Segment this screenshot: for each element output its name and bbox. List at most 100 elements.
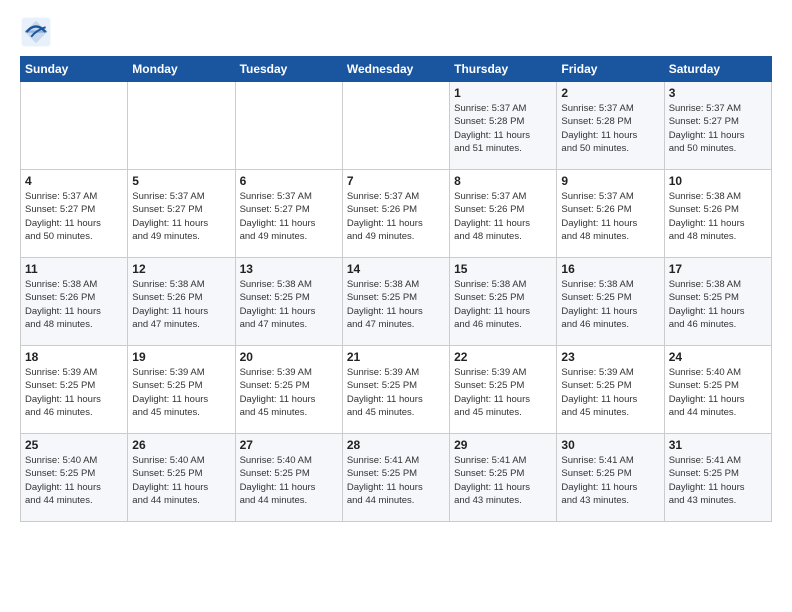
day-info: Sunrise: 5:39 AM Sunset: 5:25 PM Dayligh… (240, 366, 338, 419)
day-number: 14 (347, 262, 445, 276)
weekday-header: Sunday (21, 57, 128, 82)
calendar-cell: 16 Sunrise: 5:38 AM Sunset: 5:25 PM Dayli… (557, 258, 664, 346)
logo-icon (20, 16, 52, 48)
day-info: Sunrise: 5:38 AM Sunset: 5:25 PM Dayligh… (561, 278, 659, 331)
weekday-header: Wednesday (342, 57, 449, 82)
day-number: 30 (561, 438, 659, 452)
day-number: 26 (132, 438, 230, 452)
calendar-cell: 18Sunrise: 5:39 AM Sunset: 5:25 PM Dayli… (21, 346, 128, 434)
calendar-cell: 13 Sunrise: 5:38 AM Sunset: 5:25 PM Dayli… (235, 258, 342, 346)
calendar-cell: 6 Sunrise: 5:37 AM Sunset: 5:27 PM Daylig… (235, 170, 342, 258)
day-number: 16 (561, 262, 659, 276)
header (20, 16, 772, 48)
day-number: 5 (132, 174, 230, 188)
day-number: 19 (132, 350, 230, 364)
day-info: Sunrise: 5:37 AM Sunset: 5:26 PM Dayligh… (347, 190, 445, 243)
day-number: 27 (240, 438, 338, 452)
day-info: Sunrise: 5:38 AM Sunset: 5:26 PM Dayligh… (25, 278, 123, 331)
calendar-cell: 20 Sunrise: 5:39 AM Sunset: 5:25 PM Dayli… (235, 346, 342, 434)
day-info: Sunrise: 5:37 AM Sunset: 5:27 PM Dayligh… (240, 190, 338, 243)
day-info: Sunrise: 5:39 AM Sunset: 5:25 PM Dayligh… (454, 366, 552, 419)
logo (20, 16, 56, 48)
day-info: Sunrise: 5:37 AM Sunset: 5:27 PM Dayligh… (25, 190, 123, 243)
day-info: Sunrise: 5:37 AM Sunset: 5:28 PM Dayligh… (561, 102, 659, 155)
day-info: Sunrise: 5:38 AM Sunset: 5:26 PM Dayligh… (669, 190, 767, 243)
calendar-cell: 23 Sunrise: 5:39 AM Sunset: 5:25 PM Dayli… (557, 346, 664, 434)
day-number: 2 (561, 86, 659, 100)
day-info: Sunrise: 5:39 AM Sunset: 5:25 PM Dayligh… (132, 366, 230, 419)
day-number: 20 (240, 350, 338, 364)
day-info: Sunrise: 5:40 AM Sunset: 5:25 PM Dayligh… (132, 454, 230, 507)
calendar-week-row: 25Sunrise: 5:40 AM Sunset: 5:25 PM Dayli… (21, 434, 772, 522)
day-number: 1 (454, 86, 552, 100)
calendar-cell: 10 Sunrise: 5:38 AM Sunset: 5:26 PM Dayli… (664, 170, 771, 258)
day-number: 31 (669, 438, 767, 452)
calendar-cell: 28 Sunrise: 5:41 AM Sunset: 5:25 PM Dayli… (342, 434, 449, 522)
calendar-cell: 11 Sunrise: 5:38 AM Sunset: 5:26 PM Dayli… (21, 258, 128, 346)
weekday-header: Friday (557, 57, 664, 82)
day-info: Sunrise: 5:37 AM Sunset: 5:26 PM Dayligh… (561, 190, 659, 243)
day-number: 29 (454, 438, 552, 452)
day-number: 9 (561, 174, 659, 188)
calendar-cell: 25Sunrise: 5:40 AM Sunset: 5:25 PM Dayli… (21, 434, 128, 522)
weekday-header: Monday (128, 57, 235, 82)
calendar-cell: 9 Sunrise: 5:37 AM Sunset: 5:26 PM Daylig… (557, 170, 664, 258)
calendar-week-row: 18Sunrise: 5:39 AM Sunset: 5:25 PM Dayli… (21, 346, 772, 434)
calendar-cell (21, 82, 128, 170)
weekday-header: Thursday (450, 57, 557, 82)
day-number: 8 (454, 174, 552, 188)
calendar-cell: 4 Sunrise: 5:37 AM Sunset: 5:27 PM Daylig… (21, 170, 128, 258)
day-info: Sunrise: 5:38 AM Sunset: 5:25 PM Dayligh… (669, 278, 767, 331)
day-number: 4 (25, 174, 123, 188)
day-info: Sunrise: 5:37 AM Sunset: 5:27 PM Dayligh… (669, 102, 767, 155)
calendar-cell: 22Sunrise: 5:39 AM Sunset: 5:25 PM Dayli… (450, 346, 557, 434)
calendar-cell: 1 Sunrise: 5:37 AM Sunset: 5:28 PM Daylig… (450, 82, 557, 170)
day-info: Sunrise: 5:40 AM Sunset: 5:25 PM Dayligh… (240, 454, 338, 507)
calendar-cell: 12 Sunrise: 5:38 AM Sunset: 5:26 PM Dayli… (128, 258, 235, 346)
calendar-cell: 21 Sunrise: 5:39 AM Sunset: 5:25 PM Dayli… (342, 346, 449, 434)
calendar-cell (342, 82, 449, 170)
page: SundayMondayTuesdayWednesdayThursdayFrid… (0, 0, 792, 612)
calendar-cell: 2 Sunrise: 5:37 AM Sunset: 5:28 PM Daylig… (557, 82, 664, 170)
weekday-header: Saturday (664, 57, 771, 82)
day-info: Sunrise: 5:40 AM Sunset: 5:25 PM Dayligh… (669, 366, 767, 419)
calendar-cell: 8Sunrise: 5:37 AM Sunset: 5:26 PM Daylig… (450, 170, 557, 258)
calendar-cell (235, 82, 342, 170)
calendar-cell: 3Sunrise: 5:37 AM Sunset: 5:27 PM Daylig… (664, 82, 771, 170)
day-number: 11 (25, 262, 123, 276)
calendar-cell: 19 Sunrise: 5:39 AM Sunset: 5:25 PM Dayli… (128, 346, 235, 434)
calendar-cell: 15 Sunrise: 5:38 AM Sunset: 5:25 PM Dayli… (450, 258, 557, 346)
day-info: Sunrise: 5:41 AM Sunset: 5:25 PM Dayligh… (454, 454, 552, 507)
calendar: SundayMondayTuesdayWednesdayThursdayFrid… (20, 56, 772, 522)
calendar-cell (128, 82, 235, 170)
day-info: Sunrise: 5:40 AM Sunset: 5:25 PM Dayligh… (25, 454, 123, 507)
day-info: Sunrise: 5:39 AM Sunset: 5:25 PM Dayligh… (25, 366, 123, 419)
day-number: 12 (132, 262, 230, 276)
day-info: Sunrise: 5:41 AM Sunset: 5:25 PM Dayligh… (347, 454, 445, 507)
day-info: Sunrise: 5:39 AM Sunset: 5:25 PM Dayligh… (347, 366, 445, 419)
calendar-cell: 27 Sunrise: 5:40 AM Sunset: 5:25 PM Dayli… (235, 434, 342, 522)
day-number: 28 (347, 438, 445, 452)
day-info: Sunrise: 5:38 AM Sunset: 5:25 PM Dayligh… (454, 278, 552, 331)
calendar-week-row: 11 Sunrise: 5:38 AM Sunset: 5:26 PM Dayli… (21, 258, 772, 346)
calendar-cell: 30Sunrise: 5:41 AM Sunset: 5:25 PM Dayli… (557, 434, 664, 522)
calendar-cell: 7 Sunrise: 5:37 AM Sunset: 5:26 PM Daylig… (342, 170, 449, 258)
day-number: 6 (240, 174, 338, 188)
day-number: 23 (561, 350, 659, 364)
weekday-header: Tuesday (235, 57, 342, 82)
day-info: Sunrise: 5:39 AM Sunset: 5:25 PM Dayligh… (561, 366, 659, 419)
day-number: 10 (669, 174, 767, 188)
day-info: Sunrise: 5:38 AM Sunset: 5:25 PM Dayligh… (240, 278, 338, 331)
day-info: Sunrise: 5:38 AM Sunset: 5:26 PM Dayligh… (132, 278, 230, 331)
day-number: 7 (347, 174, 445, 188)
day-number: 17 (669, 262, 767, 276)
calendar-cell: 24 Sunrise: 5:40 AM Sunset: 5:25 PM Dayli… (664, 346, 771, 434)
day-number: 24 (669, 350, 767, 364)
day-number: 15 (454, 262, 552, 276)
day-info: Sunrise: 5:37 AM Sunset: 5:28 PM Dayligh… (454, 102, 552, 155)
calendar-cell: 31Sunrise: 5:41 AM Sunset: 5:25 PM Dayli… (664, 434, 771, 522)
day-number: 21 (347, 350, 445, 364)
weekday-header-row: SundayMondayTuesdayWednesdayThursdayFrid… (21, 57, 772, 82)
day-number: 13 (240, 262, 338, 276)
calendar-cell: 26 Sunrise: 5:40 AM Sunset: 5:25 PM Dayli… (128, 434, 235, 522)
